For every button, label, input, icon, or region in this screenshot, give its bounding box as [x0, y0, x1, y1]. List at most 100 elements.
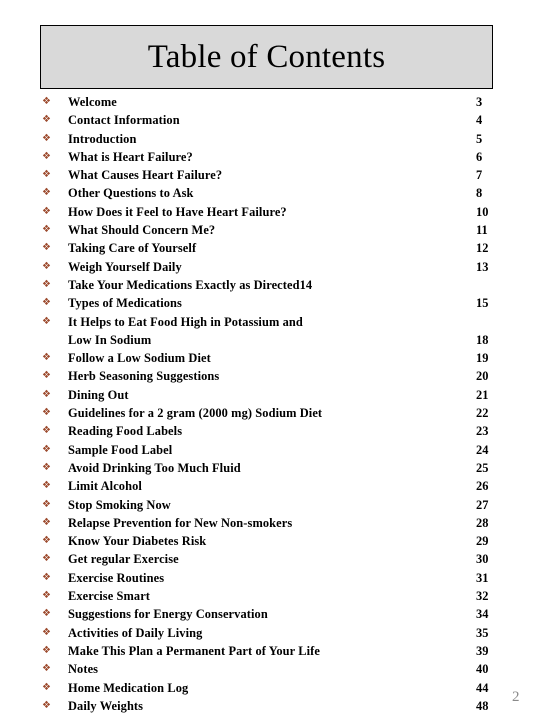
toc-entry-title[interactable]: Herb Seasoning Suggestions: [68, 369, 219, 383]
toc-entry-body: Home Medication Log 44: [68, 679, 540, 697]
toc-entry-body: Taking Care of Yourself 12: [68, 239, 540, 257]
diamond-bullet-icon: ❖: [42, 626, 51, 638]
toc-entry-title[interactable]: What Should Concern Me?: [68, 223, 215, 237]
toc-entry-body: Welcome 3: [68, 93, 540, 111]
diamond-bullet-icon: ❖: [42, 644, 51, 656]
toc-entry-body: Daily Weights 48: [68, 697, 540, 715]
toc-entry-title[interactable]: Avoid Drinking Too Much Fluid: [68, 461, 241, 475]
toc-entry[interactable]: ❖ Notes 40: [0, 660, 540, 678]
toc-entry[interactable]: ❖ What is Heart Failure? 6: [0, 148, 540, 166]
diamond-bullet-icon: ❖: [42, 352, 51, 364]
toc-entry-title[interactable]: Activities of Daily Living: [68, 626, 202, 640]
toc-entry[interactable]: ❖ Make This Plan a Permanent Part of Your…: [0, 642, 540, 660]
toc-entry-title[interactable]: What Causes Heart Failure?: [68, 168, 222, 182]
toc-entry[interactable]: ❖ What Should Concern Me? 11: [0, 221, 540, 239]
toc-entry-title[interactable]: Types of Medications: [68, 296, 182, 310]
toc-entry-title[interactable]: Suggestions for Energy Conservation: [68, 607, 268, 621]
toc-entry[interactable]: ❖ Follow a Low Sodium Diet 19: [0, 349, 540, 367]
toc-entry[interactable]: ❖ Relapse Prevention for New Non-smokers 2…: [0, 514, 540, 532]
toc-entry-title[interactable]: Welcome: [68, 95, 117, 109]
toc-entry-title[interactable]: Taking Care of Yourself: [68, 241, 196, 255]
toc-entry-title[interactable]: Sample Food Label: [68, 443, 172, 457]
toc-entry[interactable]: ❖ Reading Food Labels 23: [0, 422, 540, 440]
toc-entry-title[interactable]: Other Questions to Ask: [68, 186, 194, 200]
diamond-bullet-icon: ❖: [42, 663, 51, 675]
diamond-bullet-icon: ❖: [42, 224, 51, 236]
toc-entry[interactable]: ❖ Guidelines for a 2 gram (2000 mg) Sodiu…: [0, 404, 540, 422]
diamond-bullet-icon: ❖: [42, 260, 51, 272]
toc-entry-page-number: 21: [476, 387, 489, 402]
toc-entry-body: Activities of Daily Living 35: [68, 624, 540, 642]
toc-entry-title[interactable]: Guidelines for a 2 gram (2000 mg) Sodium…: [68, 406, 322, 420]
toc-entry-title[interactable]: Dining Out: [68, 388, 129, 402]
toc-entry-title[interactable]: Daily Weights: [68, 699, 143, 713]
toc-entry-title[interactable]: Get regular Exercise: [68, 552, 179, 566]
diamond-bullet-icon: ❖: [42, 96, 51, 107]
toc-entry-page-number: 7: [476, 168, 483, 183]
toc-entry-body: Exercise Smart 32: [68, 587, 540, 605]
toc-entry[interactable]: ❖ Welcome 3: [0, 93, 540, 111]
toc-entry-title[interactable]: Know Your Diabetes Risk: [68, 534, 206, 548]
diamond-bullet-icon: ❖: [42, 205, 51, 217]
toc-entry-title[interactable]: Limit Alcohol: [68, 479, 142, 493]
toc-entry[interactable]: ❖ Exercise Smart 32: [0, 587, 540, 605]
toc-entry[interactable]: ❖ Dining Out 21: [0, 386, 540, 404]
footer-page-number: 2: [512, 689, 520, 705]
toc-entry[interactable]: ❖ Get regular Exercise 30: [0, 550, 540, 568]
toc-entry-page-number: 44: [476, 680, 489, 695]
page-title: Table of Contents: [147, 38, 386, 75]
toc-entry[interactable]: ❖ Home Medication Log 44: [0, 679, 540, 697]
toc-entry-body: Reading Food Labels 23: [68, 422, 540, 440]
toc-entry[interactable]: ❖ Limit Alcohol 26: [0, 477, 540, 495]
toc-entry[interactable]: ❖ Herb Seasoning Suggestions 20: [0, 367, 540, 385]
toc-entry-page-number: 20: [476, 369, 489, 384]
toc-entry[interactable]: ❖ Exercise Routines 31: [0, 569, 540, 587]
toc-entry[interactable]: ❖ Contact Information 4: [0, 111, 540, 129]
toc-entry[interactable]: ❖ Activities of Daily Living 35: [0, 624, 540, 642]
toc-entry-title[interactable]: It Helps to Eat Food High in Potassium a…: [68, 315, 303, 347]
toc-entry-title[interactable]: Follow a Low Sodium Diet: [68, 351, 211, 365]
toc-entry-body: It Helps to Eat Food High in Potassium a…: [68, 313, 540, 350]
toc-entry-title[interactable]: Weigh Yourself Daily: [68, 260, 182, 274]
toc-entry[interactable]: ❖ Avoid Drinking Too Much Fluid 25: [0, 459, 540, 477]
toc-entry-title[interactable]: Stop Smoking Now: [68, 498, 171, 512]
toc-entry-body: Notes 40: [68, 660, 540, 678]
toc-entry-title[interactable]: Exercise Smart: [68, 589, 150, 603]
toc-entry-title[interactable]: How Does it Feel to Have Heart Failure?: [68, 205, 287, 219]
toc-entry-body: How Does it Feel to Have Heart Failure? 1…: [68, 203, 540, 221]
toc-entry-title[interactable]: Relapse Prevention for New Non-smokers: [68, 516, 292, 530]
toc-entry[interactable]: ❖ Weigh Yourself Daily 13: [0, 258, 540, 276]
toc-entry-title[interactable]: Exercise Routines: [68, 571, 164, 585]
toc-entry[interactable]: ❖ Taking Care of Yourself 12: [0, 239, 540, 257]
toc-entry[interactable]: ❖ Other Questions to Ask 8: [0, 184, 540, 202]
toc-entry-title[interactable]: What is Heart Failure?: [68, 150, 193, 164]
toc-entry[interactable]: ❖ Daily Weights 48: [0, 697, 540, 715]
toc-entry-title[interactable]: Home Medication Log: [68, 681, 188, 695]
diamond-bullet-icon: ❖: [42, 699, 51, 711]
toc-entry-title[interactable]: Notes: [68, 662, 98, 676]
toc-entry-body: Relapse Prevention for New Non-smokers 28: [68, 514, 540, 532]
toc-entry[interactable]: ❖ How Does it Feel to Have Heart Failure?…: [0, 203, 540, 221]
toc-entry[interactable]: ❖ Types of Medications 15: [0, 294, 540, 312]
toc-entry[interactable]: ❖ Stop Smoking Now 27: [0, 496, 540, 514]
toc-entry-page-number: 32: [476, 589, 489, 604]
toc-entry[interactable]: ❖ Introduction 5: [0, 130, 540, 148]
diamond-bullet-icon: ❖: [42, 315, 51, 327]
toc-entry-page-number: 31: [476, 570, 489, 585]
toc-entry[interactable]: ❖ It Helps to Eat Food High in Potassium …: [0, 313, 540, 350]
toc-entry[interactable]: ❖ What Causes Heart Failure? 7: [0, 166, 540, 184]
toc-entry-page-number: 30: [476, 552, 489, 567]
diamond-bullet-icon: ❖: [42, 461, 51, 473]
toc-entry-body: What is Heart Failure? 6: [68, 148, 540, 166]
toc-entry[interactable]: ❖ Know Your Diabetes Risk 29: [0, 532, 540, 550]
toc-entry-title[interactable]: Make This Plan a Permanent Part of Your …: [68, 644, 320, 658]
toc-entry-body: Introduction 5: [68, 130, 540, 148]
toc-entry-title[interactable]: Take Your Medications Exactly as Directe…: [68, 278, 312, 292]
toc-entry-page-number: 11: [476, 223, 488, 238]
toc-entry-title[interactable]: Contact Information: [68, 113, 180, 127]
toc-entry-title[interactable]: Reading Food Labels: [68, 424, 182, 438]
toc-entry[interactable]: ❖ Take Your Medications Exactly as Direct…: [0, 276, 540, 294]
toc-entry[interactable]: ❖ Suggestions for Energy Conservation 34: [0, 605, 540, 623]
toc-entry[interactable]: ❖ Sample Food Label 24: [0, 441, 540, 459]
toc-entry-title[interactable]: Introduction: [68, 132, 136, 146]
